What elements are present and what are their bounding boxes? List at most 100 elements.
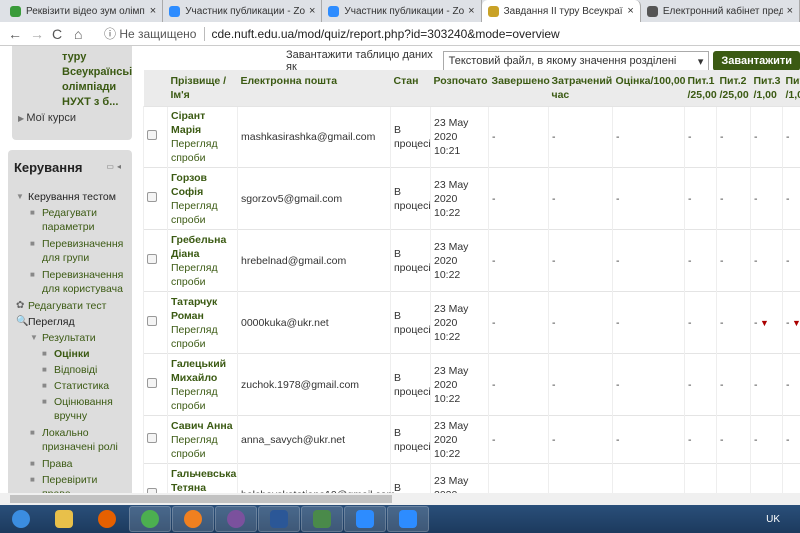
- finished-cell: -: [488, 229, 549, 292]
- browser-tab[interactable]: Участник публикации - Zoom×: [163, 0, 323, 22]
- forward-icon[interactable]: →: [30, 26, 52, 42]
- network-taskbar-button[interactable]: [301, 506, 343, 532]
- url-input[interactable]: cde.nuft.edu.ua/mod/quiz/report.php?id=3…: [211, 27, 559, 41]
- student-name-link[interactable]: Горзов Софія: [171, 172, 207, 198]
- review-attempt-link[interactable]: Перегляд спроби: [171, 262, 218, 288]
- student-name-link[interactable]: Сірант Марія: [171, 110, 205, 136]
- horizontal-scrollbar[interactable]: [0, 493, 800, 505]
- column-header[interactable]: Пит.3 /1,00: [750, 70, 783, 107]
- column-header[interactable]: Розпочато: [430, 70, 489, 107]
- student-name-link[interactable]: Гальчевська Тетяна: [171, 468, 236, 494]
- question-cell: -: [750, 167, 783, 230]
- sidebar-item[interactable]: ■ Редагувати параметри: [30, 206, 128, 234]
- row-checkbox[interactable]: [147, 191, 157, 202]
- row-checkbox[interactable]: [147, 253, 157, 264]
- close-icon[interactable]: ×: [150, 5, 156, 17]
- question-cell: - ▼: [782, 291, 800, 354]
- question-cell: -: [750, 229, 783, 292]
- sidebar-item[interactable]: ■ Оцінки: [42, 347, 128, 361]
- browser-tab[interactable]: Участник публикации - Zoom×: [322, 0, 482, 22]
- review-attempt-link[interactable]: Перегляд спроби: [171, 386, 218, 412]
- browser-tab[interactable]: Реквізити відео зум олімп • sk ×: [4, 0, 164, 22]
- column-header[interactable]: Прізвище / Ім'я: [167, 70, 238, 107]
- sidebar-item[interactable]: ■ Оцінювання вручну: [42, 395, 128, 423]
- sidebar-item[interactable]: ▼ Керування тестом: [16, 190, 128, 204]
- favicon-icon: [646, 5, 658, 17]
- sidebar-item[interactable]: ■ Локально призначені ролі: [30, 426, 128, 454]
- reload-icon[interactable]: C: [52, 26, 74, 42]
- zoom-taskbar-button[interactable]: [344, 506, 386, 532]
- sidebar-item[interactable]: ■ Перевизначення для групи: [30, 237, 128, 265]
- close-icon[interactable]: ×: [309, 5, 315, 17]
- row-checkbox[interactable]: [147, 315, 157, 326]
- sidebar-item[interactable]: ■ Статистика: [42, 379, 128, 393]
- email-cell: 0000kuka@ukr.net: [237, 291, 391, 354]
- favicon-icon: [169, 5, 181, 17]
- word-taskbar-button[interactable]: [258, 506, 300, 532]
- name-cell: Татарчук Роман Перегляд спроби: [167, 291, 238, 354]
- browser-tab[interactable]: Завдання II туру Всеукраїнськ×: [481, 0, 641, 22]
- course-link[interactable]: туру Всеукраїнсьі олімпіади НУХТ з б...: [62, 50, 132, 110]
- my-courses-link[interactable]: ▶ Мої курси: [18, 112, 76, 124]
- sidebar-item[interactable]: ■ Перевизначення для користувача: [30, 268, 128, 296]
- select-cell: [143, 167, 168, 230]
- security-indicator[interactable]: ⓘ Не защищено: [104, 25, 196, 42]
- firefox-taskbar-button[interactable]: [86, 506, 128, 532]
- email-cell: anna_savych@ukr.net: [237, 415, 391, 464]
- home-icon[interactable]: ⌂: [74, 26, 96, 42]
- download-button[interactable]: Завантажити: [713, 51, 800, 71]
- column-header[interactable]: Електронна пошта: [237, 70, 391, 107]
- student-name-link[interactable]: Савич Анна: [171, 420, 233, 432]
- bullet-icon: ■: [30, 475, 35, 484]
- table-row: Татарчук Роман Перегляд спроби 0000kuka@uk…: [143, 291, 800, 354]
- flag-icon[interactable]: ▼: [790, 318, 800, 328]
- bullet-icon: ■: [30, 428, 35, 437]
- row-checkbox[interactable]: [147, 130, 157, 140]
- back-icon[interactable]: ←: [8, 26, 30, 42]
- column-header[interactable]: Пит.4 /1,00: [782, 70, 800, 107]
- close-icon[interactable]: ×: [787, 5, 793, 17]
- chrome-taskbar-button[interactable]: [129, 506, 171, 532]
- sidebar-item[interactable]: 🔍 Перегляд: [16, 315, 128, 329]
- column-header[interactable]: Стан: [390, 70, 431, 107]
- column-header[interactable]: Завершено: [488, 70, 550, 107]
- download-format-select[interactable]: Текстовий файл, в якому значення розділе…: [442, 51, 710, 79]
- media-player-taskbar-button[interactable]: [172, 506, 214, 532]
- column-header[interactable]: Затрачений час: [548, 70, 613, 107]
- row-checkbox[interactable]: [147, 377, 157, 388]
- time-cell: -: [548, 167, 613, 230]
- start-taskbar-button[interactable]: [0, 506, 42, 532]
- sidebar-item[interactable]: ■ Права: [30, 457, 128, 471]
- row-checkbox[interactable]: [147, 432, 157, 443]
- student-name-link[interactable]: Галецький Михайло: [171, 358, 226, 384]
- time-cell: -: [548, 291, 613, 354]
- review-attempt-link[interactable]: Перегляд спроби: [171, 434, 218, 460]
- review-attempt-link[interactable]: Перегляд спроби: [171, 138, 218, 164]
- column-header[interactable]: Пит.2 /25,00: [716, 70, 751, 107]
- block-controls-icon[interactable]: ▭◂: [106, 162, 124, 171]
- column-header[interactable]: Пит.1 /25,00: [684, 70, 717, 107]
- question-cell: -: [750, 353, 783, 416]
- sidebar-item-label: Перегляд: [28, 316, 75, 328]
- zoom-taskbar-button[interactable]: [387, 506, 429, 532]
- sidebar-item[interactable]: ✿ Редагувати тест: [16, 299, 128, 313]
- student-name-link[interactable]: Гребельна Діана: [171, 234, 226, 260]
- scrollbar-thumb[interactable]: [10, 495, 392, 503]
- question-cell: -: [684, 106, 717, 168]
- column-header[interactable]: Оцінка/100,00: [612, 70, 686, 107]
- language-indicator[interactable]: UK: [766, 514, 780, 525]
- browser-tab[interactable]: Електронний кабінет предмет ×: [641, 0, 800, 22]
- explorer-taskbar-button[interactable]: [43, 506, 85, 532]
- question-cell: -: [716, 106, 751, 168]
- close-icon[interactable]: ×: [468, 5, 474, 17]
- viber-icon: [227, 510, 245, 528]
- close-icon[interactable]: ×: [627, 5, 633, 17]
- review-attempt-link[interactable]: Перегляд спроби: [171, 200, 218, 226]
- review-attempt-link[interactable]: Перегляд спроби: [171, 324, 218, 350]
- flag-icon[interactable]: ▼: [758, 318, 769, 328]
- student-name-link[interactable]: Татарчук Роман: [171, 296, 217, 322]
- sidebar-item[interactable]: ■ Відповіді: [42, 363, 128, 377]
- sidebar-item[interactable]: ▼ Результати: [30, 331, 128, 345]
- viber-taskbar-button[interactable]: [215, 506, 257, 532]
- question-cell: -: [684, 229, 717, 292]
